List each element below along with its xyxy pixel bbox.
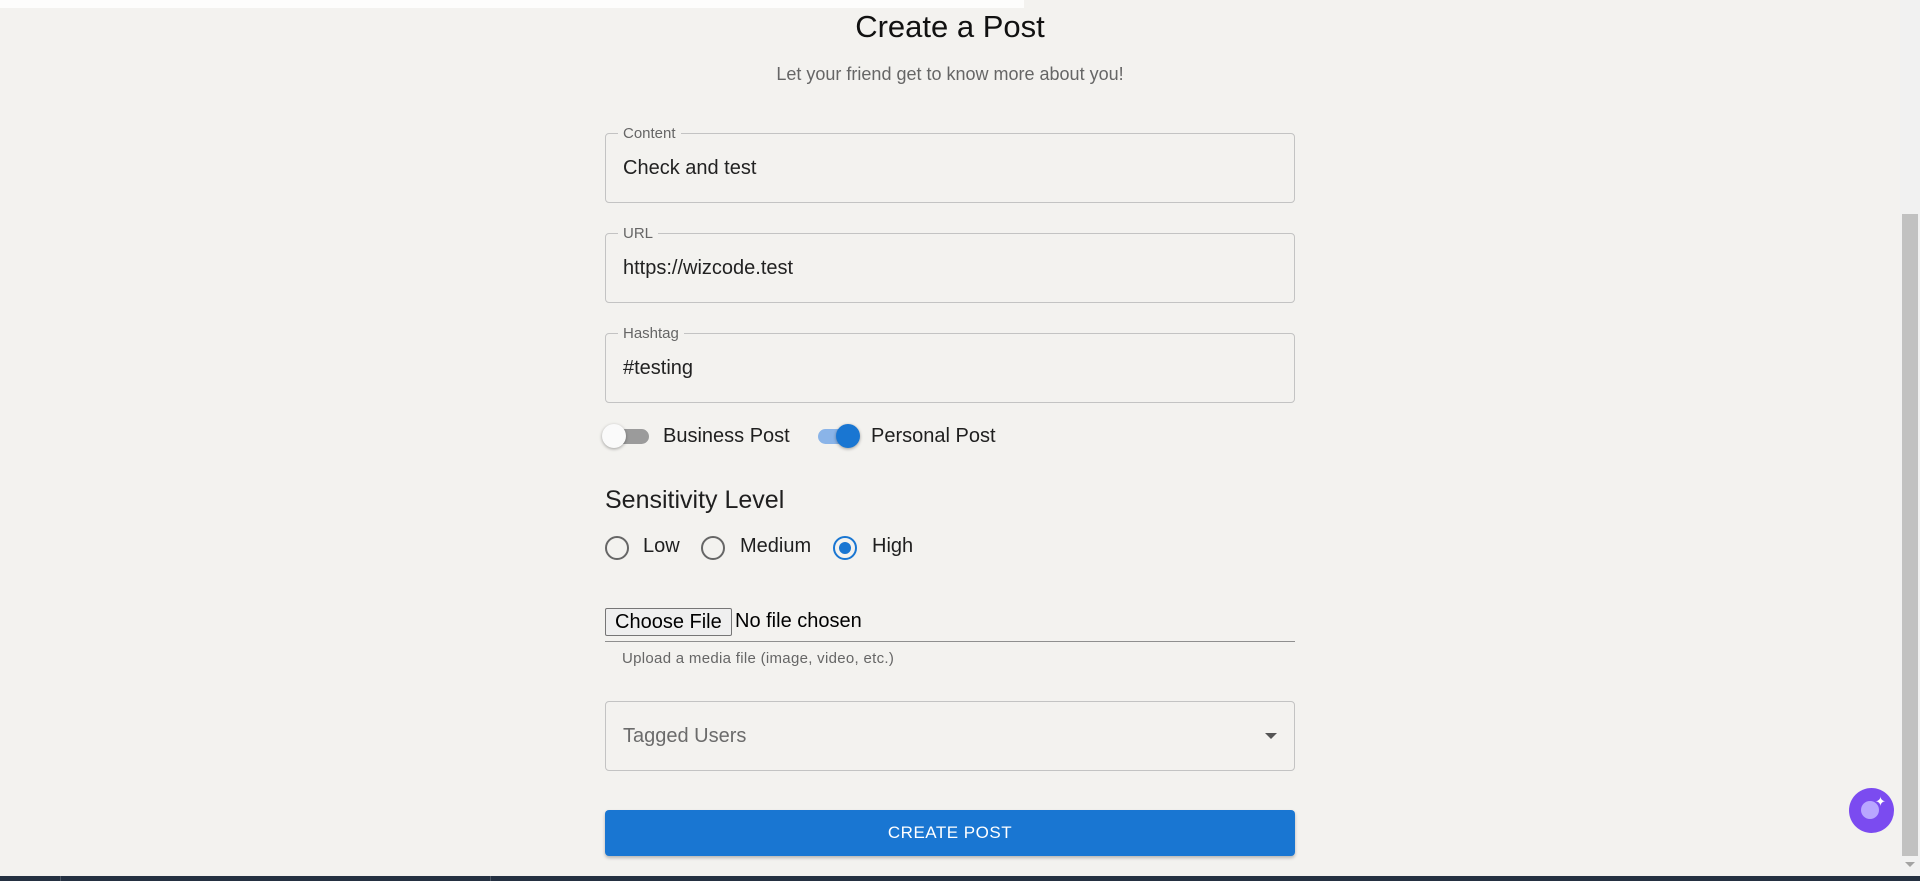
url-field-label: URL bbox=[618, 225, 659, 242]
page-title: Create a Post bbox=[855, 9, 1045, 44]
sensitivity-level-title: Sensitivity Level bbox=[605, 486, 785, 514]
create-post-button[interactable]: CREATE POST bbox=[605, 810, 1295, 856]
personal-post-switch[interactable] bbox=[814, 424, 860, 448]
post-type-switches: Business Post Personal Post bbox=[602, 420, 1295, 454]
top-strip bbox=[0, 0, 1024, 8]
content-field-value[interactable]: Check and test bbox=[623, 157, 756, 180]
radio-high-label[interactable]: High bbox=[872, 535, 913, 558]
scroll-down-arrow-icon[interactable] bbox=[1905, 862, 1915, 867]
business-post-switch[interactable] bbox=[602, 424, 649, 448]
assistant-fab-button[interactable]: ✦ bbox=[1849, 788, 1894, 833]
hashtag-field-value[interactable]: #testing bbox=[623, 357, 693, 380]
file-helper-text: Upload a media file (image, video, etc.) bbox=[622, 650, 895, 667]
sparkle-plus-icon: ✦ bbox=[1875, 794, 1886, 809]
bottom-bar-divider bbox=[60, 876, 61, 881]
hashtag-field[interactable]: Hashtag #testing bbox=[605, 325, 1295, 403]
page-subtitle: Let your friend get to know more about y… bbox=[776, 64, 1124, 84]
vertical-scrollbar[interactable] bbox=[1900, 0, 1920, 876]
bottom-edge-bar bbox=[0, 876, 1920, 881]
radio-medium[interactable] bbox=[701, 536, 725, 560]
radio-low-label[interactable]: Low bbox=[643, 535, 680, 558]
content-field[interactable]: Content Check and test bbox=[605, 125, 1295, 203]
content-field-label: Content bbox=[618, 125, 681, 142]
hashtag-field-label: Hashtag bbox=[618, 325, 684, 342]
switch-knob bbox=[836, 424, 860, 448]
file-status-text: No file chosen bbox=[735, 610, 862, 632]
choose-file-button[interactable]: Choose File bbox=[605, 608, 732, 636]
scrollbar-thumb[interactable] bbox=[1902, 214, 1918, 856]
tagged-users-select[interactable]: Tagged Users bbox=[605, 701, 1295, 771]
radio-medium-label[interactable]: Medium bbox=[740, 535, 811, 558]
url-field-value[interactable]: https://wizcode.test bbox=[623, 257, 793, 280]
bottom-bar-divider bbox=[490, 876, 491, 881]
switch-knob bbox=[602, 424, 626, 448]
personal-post-label[interactable]: Personal Post bbox=[871, 425, 996, 448]
tagged-users-placeholder: Tagged Users bbox=[623, 725, 747, 747]
caret-down-icon[interactable] bbox=[1265, 733, 1277, 739]
media-file-input: Choose File No file chosen bbox=[605, 607, 1295, 642]
page: Create a Post Let your friend get to kno… bbox=[0, 0, 1920, 881]
url-field[interactable]: URL https://wizcode.test bbox=[605, 225, 1295, 303]
radio-high[interactable] bbox=[833, 536, 857, 560]
radio-low[interactable] bbox=[605, 536, 629, 560]
business-post-label[interactable]: Business Post bbox=[663, 425, 790, 448]
sensitivity-radio-group: Low Medium High bbox=[605, 534, 1295, 562]
